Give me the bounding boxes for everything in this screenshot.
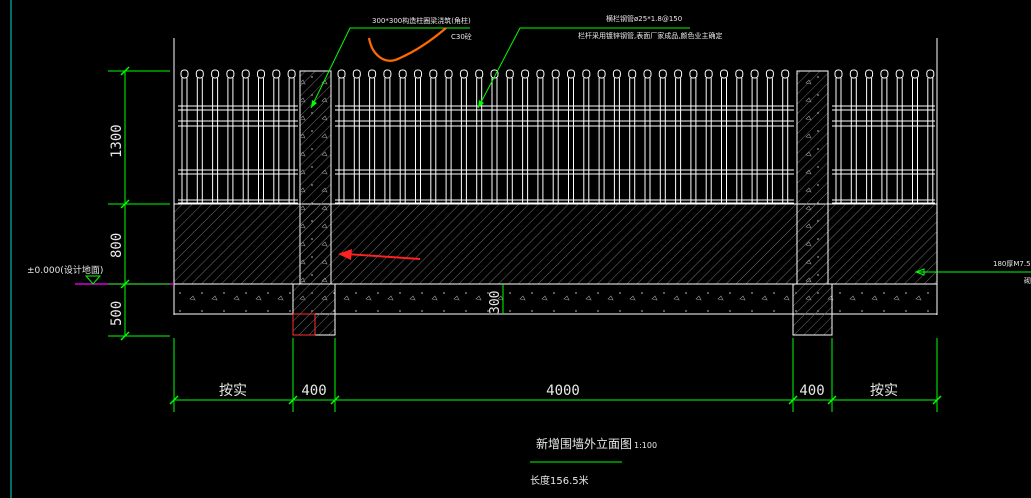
ground-level-marker bbox=[84, 275, 102, 285]
wall-note-right-2: 砌 bbox=[1024, 277, 1031, 285]
fence-picket-cap bbox=[211, 69, 220, 79]
length-note: 长度156.5米 bbox=[530, 474, 589, 487]
fence-picket-cap bbox=[643, 69, 652, 79]
fence-picket-cap bbox=[287, 69, 296, 79]
fence-picket-cap bbox=[272, 69, 281, 79]
dim-col-right: 400 bbox=[799, 383, 824, 399]
markup-scribble bbox=[367, 27, 447, 62]
fence-picket-cap bbox=[750, 69, 759, 79]
fence-picket-cap bbox=[781, 69, 790, 79]
fence-picket-cap bbox=[628, 69, 637, 79]
fence-picket-cap bbox=[383, 69, 392, 79]
column-right-dots bbox=[798, 72, 827, 283]
fence-picket-cap bbox=[521, 69, 530, 79]
fence-picket-cap bbox=[444, 69, 453, 79]
fence-picket-cap bbox=[834, 69, 843, 79]
dim-span-right: 按实 bbox=[870, 383, 898, 399]
fence-picket-cap bbox=[597, 69, 606, 79]
wall-note-right-1: 180厚M7.5 bbox=[993, 260, 1031, 268]
column-concrete-text: C30砼 bbox=[451, 32, 472, 41]
dim-col-left: 400 bbox=[301, 383, 326, 399]
fence-picket-cap bbox=[195, 69, 204, 79]
fence-picket-cap bbox=[911, 69, 919, 79]
fence-picket-cap bbox=[536, 69, 545, 79]
fence-picket-cap bbox=[658, 69, 667, 79]
fence-picket-cap bbox=[241, 69, 250, 79]
railing-callout-arrow bbox=[478, 100, 484, 108]
fence-picket-cap bbox=[567, 69, 575, 79]
ground-level-label: ±0.000(设计地面) bbox=[27, 264, 103, 276]
fence-picket-cap bbox=[257, 69, 265, 79]
fence-picket-cap bbox=[765, 69, 774, 79]
dim-height-500: 500 bbox=[109, 301, 125, 326]
fence-picket-cap bbox=[704, 69, 713, 79]
drawing-canvas: ±0.000(设计地面) 1300 800 500 300 按实 400 400… bbox=[10, 0, 1031, 498]
vertical-dimension bbox=[108, 66, 170, 341]
fence-picket-cap bbox=[352, 69, 361, 79]
fence-picket-cap bbox=[735, 69, 744, 79]
fence-picket-cap bbox=[849, 69, 858, 79]
fence-picket-cap bbox=[475, 69, 484, 79]
dim-span-left: 按实 bbox=[219, 383, 247, 399]
fence-picket-cap bbox=[398, 69, 407, 79]
fence-picket-cap bbox=[180, 69, 189, 79]
fence-picket-cap bbox=[612, 69, 621, 79]
fence-picket-cap bbox=[459, 69, 468, 79]
column-callout-text: 300*300构造柱圈梁浇筑(角柱) bbox=[372, 16, 471, 25]
fence-picket-cap bbox=[880, 69, 889, 79]
fence-picket-cap bbox=[674, 69, 683, 79]
drawing-title: 新增围墙外立面图 bbox=[536, 436, 632, 451]
fence-picket-cap bbox=[895, 69, 904, 79]
railing-callout-text: 横栏钢管ø25*1.8@150 bbox=[606, 14, 682, 23]
fence-picket-cap bbox=[551, 69, 560, 79]
dim-footing-300: 300 bbox=[488, 291, 503, 314]
fence-picket-cap bbox=[926, 69, 935, 79]
drawing-scale: 1:100 bbox=[634, 441, 657, 450]
fence-picket-cap bbox=[429, 69, 438, 79]
fence-picket-cap bbox=[689, 69, 698, 79]
fence-picket-cap bbox=[720, 69, 728, 79]
railing-callout-note: 栏杆采用镀锌钢管,表面厂家成品,颜色业主确定 bbox=[578, 31, 722, 40]
fence-picket-cap bbox=[337, 69, 346, 79]
fence-picket-cap bbox=[505, 69, 514, 79]
horizontal-dimension bbox=[169, 338, 942, 412]
dim-span-middle: 4000 bbox=[546, 383, 580, 399]
fence-picket-cap bbox=[226, 69, 235, 79]
dim-height-800: 800 bbox=[109, 233, 125, 258]
fence-picket-cap bbox=[368, 69, 377, 79]
fence-picket-cap bbox=[865, 69, 874, 79]
column-left-footing bbox=[292, 283, 336, 336]
column-right-footing bbox=[792, 283, 833, 336]
fence-picket-cap bbox=[582, 69, 591, 79]
fence-picket-cap bbox=[414, 69, 422, 79]
dim-height-1300: 1300 bbox=[109, 124, 125, 158]
